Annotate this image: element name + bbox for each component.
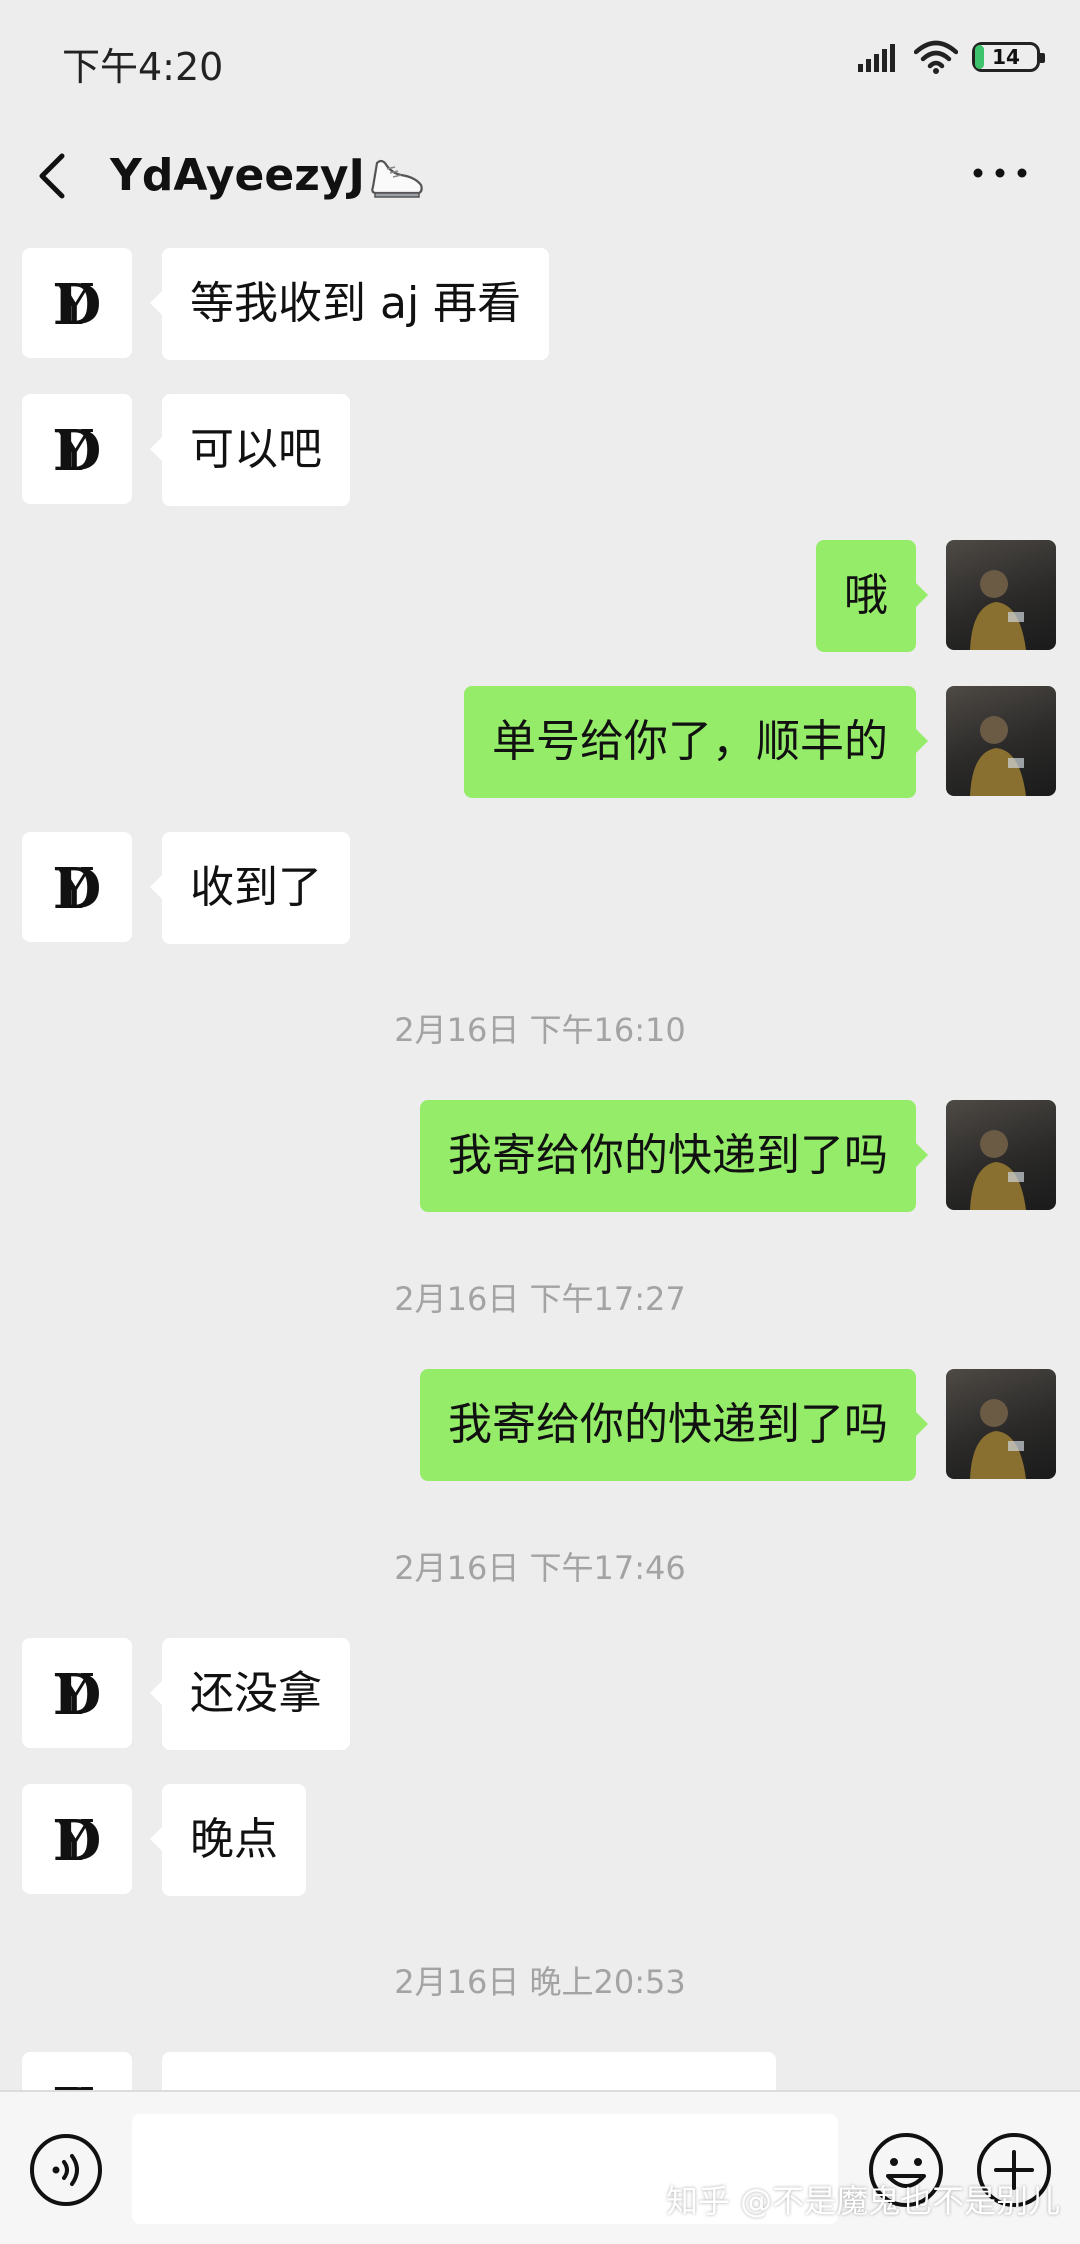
svg-text:Y: Y [55, 2077, 94, 2090]
battery-level-text: 14 [992, 45, 1020, 69]
my-avatar[interactable] [946, 686, 1056, 796]
shoe-icon [371, 159, 423, 198]
yd-logo-icon: D Y [53, 1808, 102, 1874]
yd-logo-icon: D Y [53, 1662, 102, 1728]
chat-title: YdAyeezyJ [110, 150, 427, 203]
battery-icon: 14 [972, 42, 1045, 72]
contact-avatar[interactable]: D Y [22, 832, 132, 942]
received-message-bubble[interactable]: 晚点 [150, 1784, 306, 1896]
yd-logo-icon: D Y [53, 856, 102, 922]
yd-logo-icon: D Y [53, 418, 102, 484]
my-avatar[interactable] [946, 540, 1056, 650]
person-photo-icon [970, 570, 1026, 650]
signal-icon [858, 44, 895, 72]
voice-icon[interactable] [28, 2132, 104, 2208]
received-message-bubble[interactable]: 还没拿 [150, 1638, 350, 1750]
sent-message-bubble[interactable]: 哦 [816, 540, 928, 652]
received-message-bubble[interactable] [162, 2052, 776, 2090]
message-list[interactable]: D Y 等我收到 aj 再看 D Y 可以吧 哦 单号给你了，顺丰的 D Y 收… [0, 230, 1080, 2090]
contact-avatar[interactable]: D Y [22, 1638, 132, 1748]
contact-avatar[interactable]: D Y [22, 1784, 132, 1894]
my-avatar[interactable] [946, 1369, 1056, 1479]
svg-text:Y: Y [55, 1809, 94, 1874]
message-timestamp: 2月16日 下午16:10 [394, 1011, 686, 1049]
sent-message-bubble[interactable]: 单号给你了，顺丰的 [464, 686, 928, 798]
svg-text:Y: Y [55, 1663, 94, 1728]
sent-message-bubble[interactable]: 我寄给你的快递到了吗 [420, 1100, 928, 1212]
contact-avatar[interactable]: D Y [22, 248, 132, 358]
svg-text:Y: Y [55, 273, 94, 338]
received-message-bubble[interactable]: 可以吧 [150, 394, 350, 506]
message-timestamp: 2月16日 下午17:46 [394, 1549, 686, 1587]
person-photo-icon [970, 1399, 1026, 1479]
contact-avatar[interactable]: D Y [22, 2052, 132, 2090]
person-photo-icon [970, 1130, 1026, 1210]
yd-logo-icon: D Y [53, 272, 102, 338]
wifi-icon [914, 40, 958, 74]
chat-header: YdAyeezyJ [0, 120, 1080, 230]
chat-title-text: YdAyeezyJ [110, 150, 365, 201]
sent-message-bubble[interactable]: 我寄给你的快递到了吗 [420, 1369, 928, 1481]
back-icon[interactable] [30, 148, 80, 204]
zhihu-watermark: 知乎 @不是魔鬼也不是别儿 [666, 2182, 1061, 2220]
message-timestamp: 2月16日 下午17:27 [394, 1280, 686, 1318]
svg-text:Y: Y [55, 857, 94, 922]
contact-avatar[interactable]: D Y [22, 394, 132, 504]
my-avatar[interactable] [946, 1100, 1056, 1210]
received-message-bubble[interactable]: 等我收到 aj 再看 [149, 248, 550, 360]
battery-cap [1040, 53, 1045, 63]
status-bar: 下午4:20 14 [0, 0, 1080, 120]
yd-logo-icon: D Y [53, 2076, 102, 2090]
status-time: 下午4:20 [62, 45, 224, 89]
more-icon[interactable] [968, 158, 1032, 188]
received-message-bubble[interactable]: 收到了 [150, 832, 350, 944]
svg-text:Y: Y [55, 419, 94, 484]
message-timestamp: 2月16日 晚上20:53 [394, 1963, 686, 2001]
person-photo-icon [970, 716, 1026, 796]
